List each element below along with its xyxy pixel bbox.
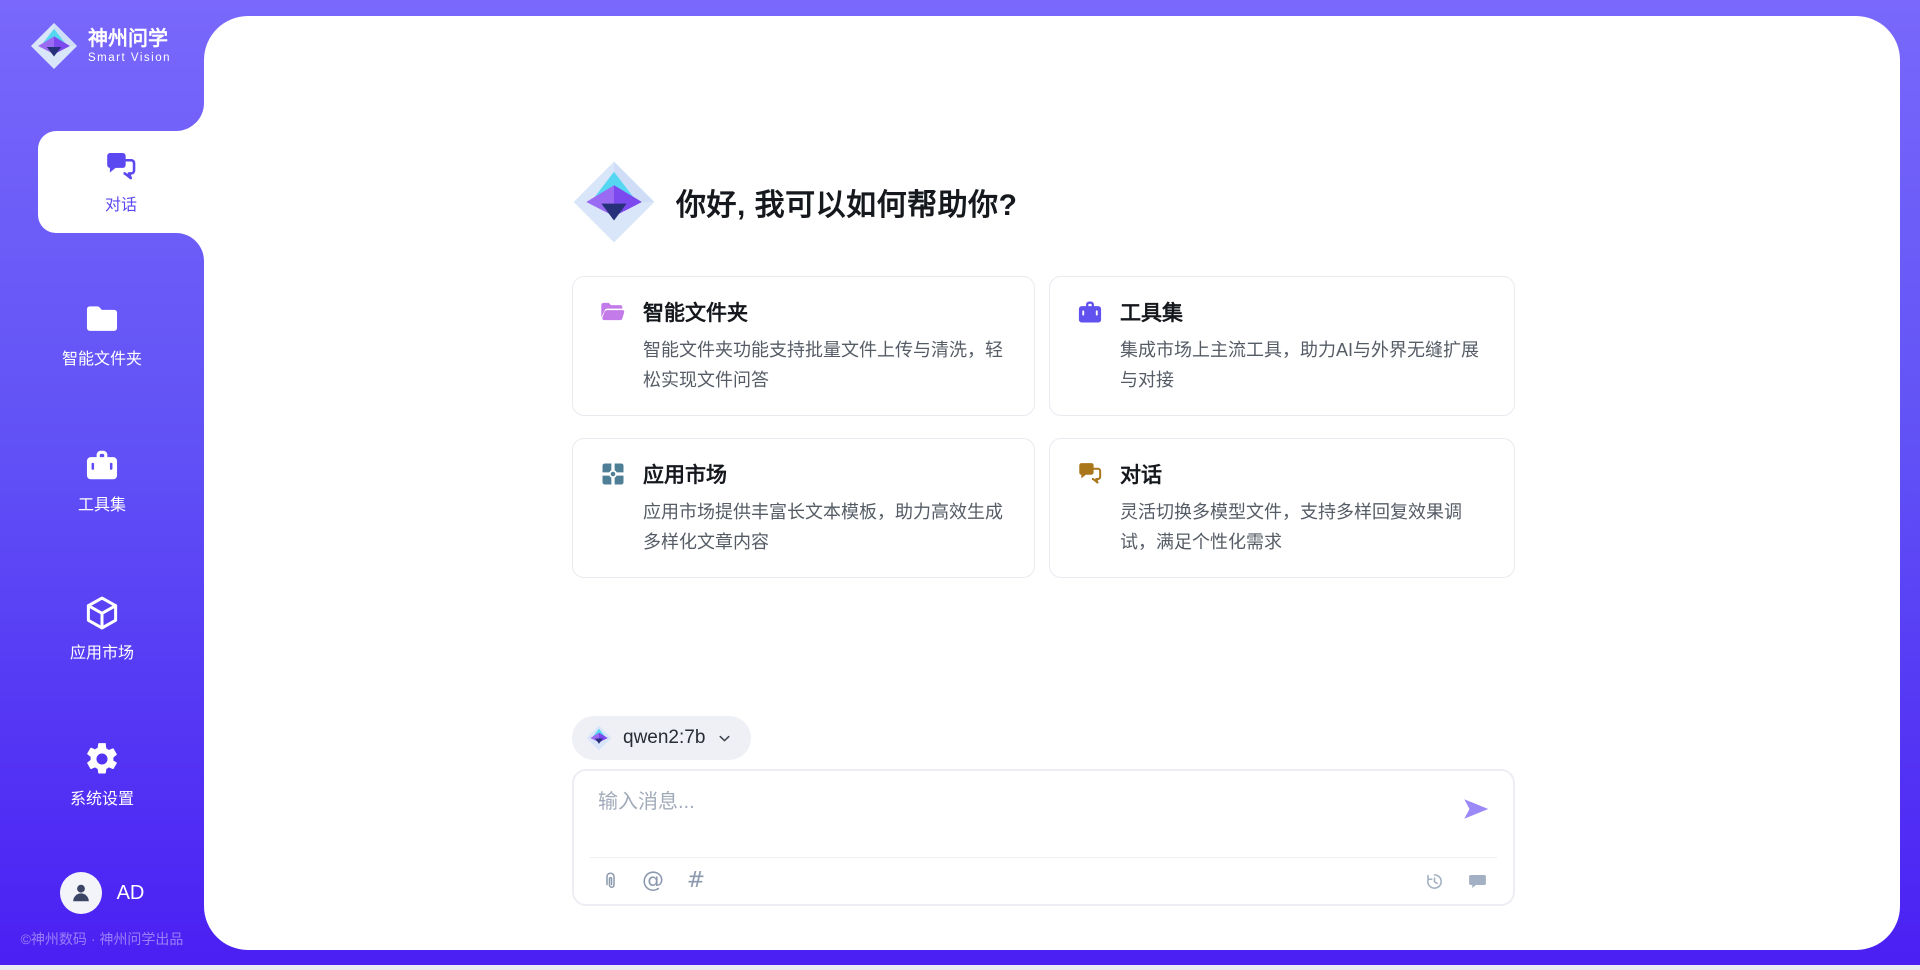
chat-bubble-icon [1467, 871, 1488, 892]
grid-icon [599, 460, 627, 488]
card-title: 应用市场 [643, 459, 727, 489]
chevron-down-icon [716, 730, 733, 747]
brand-name: 神州问学 [88, 27, 171, 51]
message-input[interactable] [598, 785, 1438, 847]
mention-button[interactable]: @ [641, 869, 665, 893]
toolbox-icon [1076, 298, 1104, 326]
model-selector[interactable]: qwen2:7b [572, 716, 751, 760]
chat-icon [103, 149, 139, 185]
send-button[interactable] [1459, 793, 1493, 827]
sidebar: 神州问学 Smart Vision 对话 智能文件夹 工具集 [0, 0, 204, 970]
brand-subtitle: Smart Vision [88, 51, 171, 66]
card-description: 应用市场提供丰富长文本模板，助力高效生成多样化文章内容 [643, 497, 1008, 557]
sidebar-item-label: 系统设置 [70, 785, 134, 809]
card-title: 对话 [1120, 459, 1162, 489]
at-icon: @ [642, 870, 664, 892]
greeting-block: 你好, 我可以如何帮助你? [572, 160, 1018, 244]
app-logo: 神州问学 Smart Vision [30, 22, 171, 70]
brand-text: 神州问学 Smart Vision [88, 27, 171, 66]
card-description: 集成市场上主流工具，助力AI与外界无缝扩展与对接 [1120, 335, 1488, 395]
card-chat[interactable]: 对话 灵活切换多模型文件，支持多样回复效果调试，满足个性化需求 [1049, 438, 1515, 578]
active-tab-top-curve [176, 103, 204, 131]
attach-file-button[interactable] [598, 869, 622, 893]
send-icon [1461, 794, 1491, 824]
toolbox-icon [83, 446, 121, 484]
model-name: qwen2:7b [623, 727, 705, 749]
card-description: 灵活切换多模型文件，支持多样回复效果调试，满足个性化需求 [1120, 497, 1488, 557]
sidebar-item-settings[interactable]: 系统设置 [0, 740, 204, 809]
person-icon [68, 880, 94, 906]
feature-cards: 智能文件夹 智能文件夹功能支持批量文件上传与清洗，轻松实现文件问答 工具集 集成… [572, 276, 1515, 578]
sidebar-item-app-market[interactable]: 应用市场 [0, 594, 204, 663]
chat-icon [1076, 460, 1104, 488]
message-composer: @ # [572, 769, 1515, 906]
card-smart-folder[interactable]: 智能文件夹 智能文件夹功能支持批量文件上传与清洗，轻松实现文件问答 [572, 276, 1035, 416]
sidebar-footer-credit: ©神州数码 · 神州问学出品 [0, 929, 204, 949]
folder-open-icon [599, 298, 627, 326]
gear-icon [83, 740, 121, 778]
composer-tools-left: @ # [598, 869, 708, 893]
cube-icon [83, 594, 121, 632]
brand-diamond-icon [572, 160, 656, 244]
greeting-title: 你好, 我可以如何帮助你? [676, 180, 1018, 224]
active-tab-bottom-curve [176, 233, 204, 261]
sidebar-item-smart-folder[interactable]: 智能文件夹 [0, 300, 204, 369]
paperclip-icon [600, 871, 621, 892]
sidebar-item-label: 对话 [105, 191, 137, 215]
card-description: 智能文件夹功能支持批量文件上传与清洗，轻松实现文件问答 [643, 335, 1008, 395]
sidebar-item-chat[interactable]: 对话 [38, 131, 204, 233]
topic-button[interactable]: # [684, 869, 708, 893]
user-profile[interactable]: AD [0, 872, 204, 914]
composer-divider [590, 857, 1497, 858]
sidebar-item-label: 应用市场 [70, 639, 134, 663]
user-name: AD [117, 882, 145, 905]
sidebar-item-label: 智能文件夹 [62, 345, 142, 369]
card-app-market[interactable]: 应用市场 应用市场提供丰富长文本模板，助力高效生成多样化文章内容 [572, 438, 1035, 578]
card-toolbox[interactable]: 工具集 集成市场上主流工具，助力AI与外界无缝扩展与对接 [1049, 276, 1515, 416]
card-title: 工具集 [1120, 297, 1183, 327]
folder-icon [83, 300, 121, 338]
sidebar-item-toolbox[interactable]: 工具集 [0, 446, 204, 515]
avatar [60, 872, 102, 914]
sidebar-item-label: 工具集 [78, 491, 126, 515]
history-button[interactable] [1422, 869, 1446, 893]
composer-tools-right [1422, 869, 1489, 893]
brand-diamond-icon [30, 22, 78, 70]
brand-diamond-icon [586, 725, 612, 751]
history-icon [1424, 871, 1445, 892]
hash-icon: # [687, 870, 705, 892]
window-bottom-edge [0, 965, 1920, 970]
new-chat-button[interactable] [1465, 869, 1489, 893]
card-title: 智能文件夹 [643, 297, 748, 327]
